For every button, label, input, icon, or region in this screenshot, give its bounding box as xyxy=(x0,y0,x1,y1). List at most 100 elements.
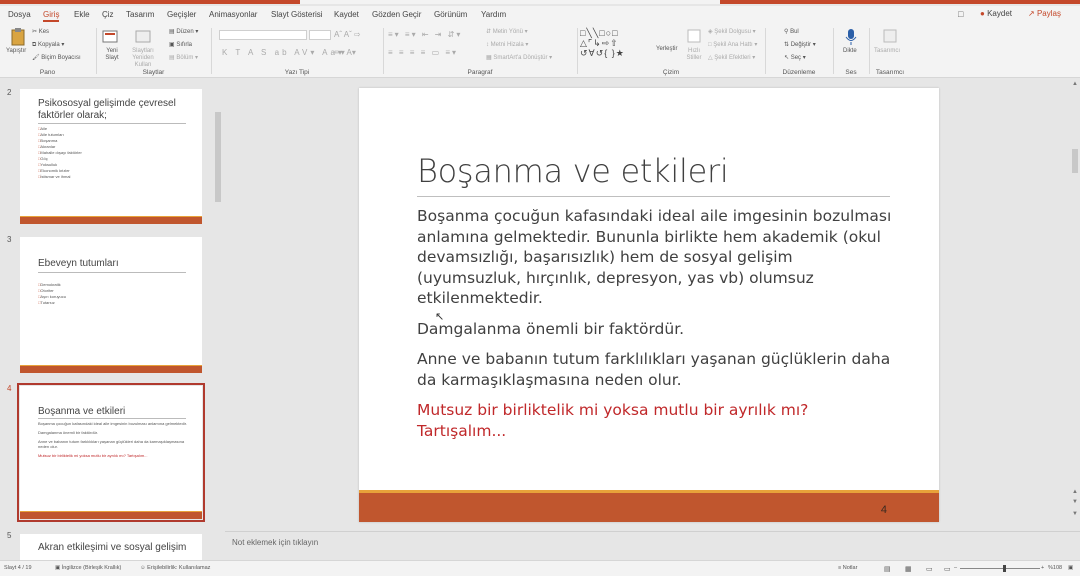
thumbnail-number: 2 xyxy=(7,88,12,97)
thumbnail-slide-3[interactable]: Ebeveyn tutumları □Demokratik □Otoriter … xyxy=(20,237,202,373)
menu-bar: Dosya Giriş Ekle Çiz Tasarım Geçişler An… xyxy=(0,6,1080,24)
accessibility-icon: ☺ xyxy=(140,565,146,571)
brush-icon: 🖌 xyxy=(32,55,40,61)
zoom-out-icon[interactable]: – xyxy=(954,565,957,571)
group-slides: Yeni Slayt Slaytları Yeniden Kullan ▤ Dü… xyxy=(97,24,210,78)
paste-button[interactable]: Yapıştır xyxy=(6,48,26,54)
font-size-controls[interactable]: Aˆ Aˇ ⇨ xyxy=(334,30,361,39)
slide-footer-bar: 4 xyxy=(359,490,939,522)
thumbnail-slide-2[interactable]: Psikososyal gelişimde çevresel faktörler… xyxy=(20,89,202,224)
designer-button[interactable]: Tasarımcı xyxy=(874,48,900,54)
editor-scrollbar[interactable]: ▲ ▲ ▼ ▼ xyxy=(1070,79,1080,531)
layout-button[interactable]: ▤ Düzen ▾ xyxy=(169,28,198,35)
group-paragraph: ≡▾ ≡▾ ⇤ ⇥ ⇵▾ ≡ ≡ ≡ ≡ ▭ ≡▾ ⇵ Metin Yönü ▾… xyxy=(384,24,576,78)
font-size-select[interactable] xyxy=(309,30,331,40)
font-color-button[interactable]: ✏▾ A▾ xyxy=(334,48,356,57)
title-divider xyxy=(417,196,890,197)
thumbnail-number: 5 xyxy=(7,531,12,540)
search-icon: ⚲ xyxy=(784,29,789,35)
new-slide-icon[interactable] xyxy=(102,28,118,46)
highlight-question: Mutsuz bir birliktelik mi yoksa mutlu bi… xyxy=(417,401,809,440)
comment-icon[interactable]: □ xyxy=(958,9,963,19)
quick-styles-button[interactable]: Hızlı Stiller xyxy=(682,48,706,62)
title-bar xyxy=(0,0,1080,4)
group-label-clipboard: Pano xyxy=(39,69,56,76)
current-slide[interactable]: Boşanma ve etkileri Boşanma çocuğun kafa… xyxy=(359,88,939,522)
zoom-slider[interactable] xyxy=(960,568,1040,569)
zoom-in-icon[interactable]: + xyxy=(1041,565,1044,571)
cut-button[interactable]: ✂ Kes xyxy=(32,28,49,35)
paste-icon[interactable] xyxy=(10,28,26,46)
new-slide-button[interactable]: Yeni Slayt xyxy=(99,48,125,62)
tab-gorunum[interactable]: Görünüm xyxy=(434,10,467,19)
copy-button[interactable]: ⧉ Kopyala ▾ xyxy=(32,41,64,49)
group-label-voice: Ses xyxy=(845,69,857,76)
microphone-icon[interactable] xyxy=(843,28,859,46)
tab-giris[interactable]: Giriş xyxy=(43,10,60,22)
format-painter-button[interactable]: 🖌 Biçim Boyacısı xyxy=(32,54,81,61)
section-button[interactable]: ▤ Bölüm ▾ xyxy=(169,54,198,61)
reset-button[interactable]: ▣ Sıfırla xyxy=(169,41,192,48)
tab-tasarim[interactable]: Tasarım xyxy=(126,10,154,19)
font-style-buttons[interactable]: K T A S ab AV▾ Aa▾ xyxy=(222,48,345,57)
arrange-button[interactable]: Yerleştir xyxy=(656,46,677,52)
tab-gecisler[interactable]: Geçişler xyxy=(167,10,196,19)
view-sorter-icon[interactable]: ▦ xyxy=(905,565,912,573)
slide-number: 4 xyxy=(880,504,887,516)
notes-pane[interactable]: Not eklemek için tıklayın xyxy=(225,531,1080,560)
save-button[interactable]: ● Kaydet xyxy=(980,9,1012,18)
tab-animasyonlar[interactable]: Animasyonlar xyxy=(209,10,257,19)
thumbnail-title: Psikososyal gelişimde çevresel faktörler… xyxy=(38,98,176,121)
shape-effects-button[interactable]: △ Şekil Efektleri ▾ xyxy=(708,54,755,61)
dictate-button[interactable]: Dikte xyxy=(843,48,857,54)
status-bar: Slayt 4 / 19 ▣ İngilizce (Birleşik Krall… xyxy=(0,560,1080,576)
zoom-level[interactable]: %108 xyxy=(1048,565,1062,571)
text-direction-button[interactable]: ⇵ Metin Yönü ▾ xyxy=(486,28,528,35)
view-normal-icon[interactable]: ▤ xyxy=(884,565,891,573)
ribbon: Yapıştır ✂ Kes ⧉ Kopyala ▾ 🖌 Biçim Boyac… xyxy=(0,24,1080,78)
replace-icon: ⇅ xyxy=(784,42,790,48)
view-reading-icon[interactable]: ▭ xyxy=(926,565,933,573)
designer-icon[interactable] xyxy=(882,28,898,46)
tab-yardim[interactable]: Yardım xyxy=(481,10,506,19)
font-family-select[interactable] xyxy=(219,30,307,40)
notes-button[interactable]: ≡ Notlar xyxy=(838,565,857,571)
tab-slayt-gosterisi[interactable]: Slayt Gösterisi xyxy=(271,10,323,19)
group-label-editing: Düzenleme xyxy=(782,69,816,76)
tab-ekle[interactable]: Ekle xyxy=(74,10,90,19)
quick-styles-icon[interactable] xyxy=(686,28,702,46)
language-indicator[interactable]: ▣ İngilizce (Birleşik Krallık) xyxy=(55,565,121,571)
slide-body-text[interactable]: Boşanma çocuğun kafasındaki ideal aile i… xyxy=(417,206,897,451)
slideshow-icon[interactable]: ▭ xyxy=(944,565,951,573)
accessibility-indicator[interactable]: ☺ Erişilebilirlik: Kullanılamaz xyxy=(140,565,210,571)
shape-outline-button[interactable]: □ Şekil Ana Hattı ▾ xyxy=(708,41,757,48)
thumbnail-scrollbar[interactable] xyxy=(213,88,223,558)
tab-gozden-gecir[interactable]: Gözden Geçir xyxy=(372,10,421,19)
tab-ciz[interactable]: Çiz xyxy=(102,10,114,19)
tab-kaydet[interactable]: Kaydet xyxy=(334,10,359,19)
reuse-slides-icon[interactable] xyxy=(135,28,151,46)
align-buttons[interactable]: ≡ ≡ ≡ ≡ ▭ ≡▾ xyxy=(388,48,458,57)
replace-button[interactable]: ⇅ Değiştir ▾ xyxy=(784,41,816,48)
scissors-icon: ✂ xyxy=(32,29,38,35)
group-designer: Tasarımcı Tasarımcı xyxy=(870,24,910,78)
thumbnail-slide-5[interactable]: Akran etkileşimi ve sosyal gelişim xyxy=(20,534,202,560)
copy-icon: ⧉ xyxy=(32,42,37,48)
thumbnail-slide-4[interactable]: Boşanma ve etkileri Boşanma çocuğun kafa… xyxy=(17,383,205,522)
reuse-slides-button[interactable]: Slaytları Yeniden Kullan xyxy=(127,48,159,69)
list-buttons[interactable]: ≡▾ ≡▾ ⇤ ⇥ ⇵▾ xyxy=(388,30,462,39)
tab-dosya[interactable]: Dosya xyxy=(8,10,31,19)
smartart-button[interactable]: ▦ SmartArt'a Dönüştür ▾ xyxy=(486,54,552,61)
paragraph-2: Damgalanma önemli bir faktördür. xyxy=(417,319,685,338)
slide-title[interactable]: Boşanma ve etkileri xyxy=(417,152,729,190)
shape-fill-button[interactable]: ◈ Şekil Dolgusu ▾ xyxy=(708,28,756,35)
share-button[interactable]: ↗ Paylaş xyxy=(1028,9,1061,18)
zoom-slider-handle[interactable] xyxy=(1003,565,1006,572)
align-text-button[interactable]: ↕ Metni Hizala ▾ xyxy=(486,41,528,48)
proofing-icon: ▣ xyxy=(55,565,61,571)
shapes-gallery[interactable]: □╲╲□○□ △⌜↳⇨⇧ ↺∀↺{ }★ xyxy=(580,28,656,60)
find-button[interactable]: ⚲ Bul xyxy=(784,28,799,35)
select-button[interactable]: ↖ Seç ▾ xyxy=(784,54,806,61)
fit-slide-icon[interactable]: ▣ xyxy=(1068,565,1073,571)
paragraph-1: Boşanma çocuğun kafasındaki ideal aile i… xyxy=(417,207,892,307)
